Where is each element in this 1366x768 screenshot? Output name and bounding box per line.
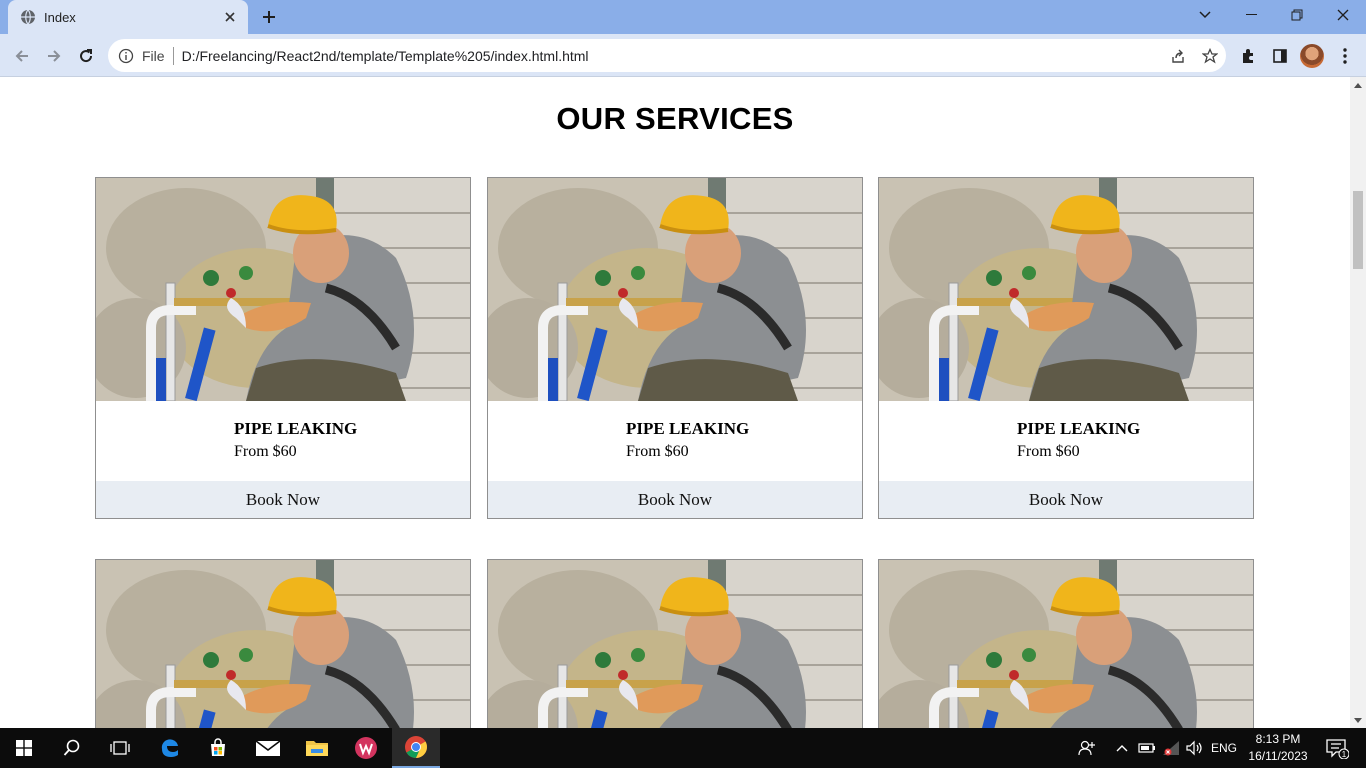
book-now-button[interactable]: Book Now	[879, 481, 1253, 518]
minimize-icon[interactable]	[1228, 0, 1274, 30]
page-scrollbar[interactable]	[1350, 77, 1366, 728]
profile-avatar[interactable]	[1300, 44, 1324, 68]
tab-index[interactable]: Index	[8, 0, 248, 34]
scroll-up-arrow-icon[interactable]	[1350, 77, 1366, 93]
service-name: PIPE LEAKING	[626, 419, 750, 438]
service-card	[95, 559, 471, 728]
reload-button[interactable]	[72, 42, 100, 70]
browser-tabstrip: Index	[0, 0, 1366, 34]
restore-icon[interactable]	[1274, 0, 1320, 30]
tab-title: Index	[44, 9, 76, 25]
service-card	[878, 559, 1254, 728]
menu-kebab-icon[interactable]	[1331, 42, 1359, 70]
service-price: From $60	[1017, 443, 1080, 460]
new-tab-button[interactable]	[258, 6, 280, 28]
address-bar[interactable]: File D:/Freelancing/React2nd/template/Te…	[108, 39, 1226, 72]
book-now-button[interactable]: Book Now	[96, 481, 470, 518]
wps-office-icon[interactable]	[342, 728, 390, 768]
service-photo	[488, 178, 862, 401]
globe-icon	[20, 9, 36, 25]
share-icon[interactable]	[1162, 42, 1194, 70]
page-viewport: OUR SERVICES PIPE LEAKING From $60 Book …	[0, 77, 1350, 728]
address-url[interactable]: D:/Freelancing/React2nd/template/Templat…	[182, 48, 1162, 64]
file-explorer-icon[interactable]	[293, 728, 341, 768]
forward-button[interactable]	[40, 42, 68, 70]
system-clock[interactable]: 8:13 PM 16/11/2023	[1240, 731, 1316, 765]
windows-taskbar: ENG 8:13 PM 16/11/2023 1	[0, 728, 1366, 768]
show-hidden-icons-chevron-icon[interactable]	[1112, 728, 1132, 768]
service-info: PIPE LEAKING From $60	[96, 401, 470, 481]
back-button[interactable]	[8, 42, 36, 70]
page-title: OUR SERVICES	[556, 101, 794, 136]
service-photo	[488, 560, 862, 728]
bookmark-star-icon[interactable]	[1194, 42, 1226, 70]
service-card: PIPE LEAKING From $60 Book Now	[487, 177, 863, 519]
task-view-icon[interactable]	[96, 728, 144, 768]
clock-time: 8:13 PM	[1255, 732, 1301, 746]
site-info-icon[interactable]	[118, 48, 134, 64]
service-photo	[96, 560, 470, 728]
service-card: PIPE LEAKING From $60 Book Now	[878, 177, 1254, 519]
people-icon[interactable]	[1074, 728, 1100, 768]
extensions-icon[interactable]	[1234, 42, 1262, 70]
input-language[interactable]: ENG	[1208, 728, 1240, 768]
scheme-label: File	[142, 47, 165, 64]
service-name: PIPE LEAKING	[234, 419, 358, 438]
service-photo	[879, 560, 1253, 728]
network-disconnected-icon[interactable]	[1160, 728, 1182, 768]
address-divider	[172, 46, 174, 65]
mail-icon[interactable]	[244, 728, 292, 768]
service-name: PIPE LEAKING	[1017, 419, 1141, 438]
service-price: From $60	[626, 443, 689, 460]
service-card	[487, 559, 863, 728]
volume-icon[interactable]	[1184, 728, 1206, 768]
service-price: From $60	[234, 443, 297, 460]
close-tab-icon[interactable]	[222, 9, 238, 25]
battery-icon[interactable]	[1136, 728, 1158, 768]
side-panel-icon[interactable]	[1266, 42, 1294, 70]
store-icon[interactable]	[194, 728, 242, 768]
close-window-icon[interactable]	[1320, 0, 1366, 30]
service-photo	[879, 178, 1253, 401]
scroll-thumb[interactable]	[1353, 191, 1363, 269]
tab-search-icon[interactable]	[1182, 0, 1228, 30]
notification-center-icon[interactable]: 1	[1320, 728, 1354, 768]
service-info: PIPE LEAKING From $60	[879, 401, 1253, 481]
service-card: PIPE LEAKING From $60 Book Now	[95, 177, 471, 519]
service-photo	[96, 178, 470, 401]
windows-start-icon[interactable]	[0, 728, 48, 768]
browser-toolbar: File D:/Freelancing/React2nd/template/Te…	[0, 34, 1366, 77]
clock-date: 16/11/2023	[1248, 749, 1308, 763]
chrome-icon[interactable]	[392, 728, 440, 768]
scroll-down-arrow-icon[interactable]	[1350, 712, 1366, 728]
service-info: PIPE LEAKING From $60	[488, 401, 862, 481]
edge-browser-icon[interactable]	[146, 728, 194, 768]
book-now-button[interactable]: Book Now	[488, 481, 862, 518]
search-icon[interactable]	[48, 728, 96, 768]
notification-badge: 1	[1342, 750, 1347, 759]
